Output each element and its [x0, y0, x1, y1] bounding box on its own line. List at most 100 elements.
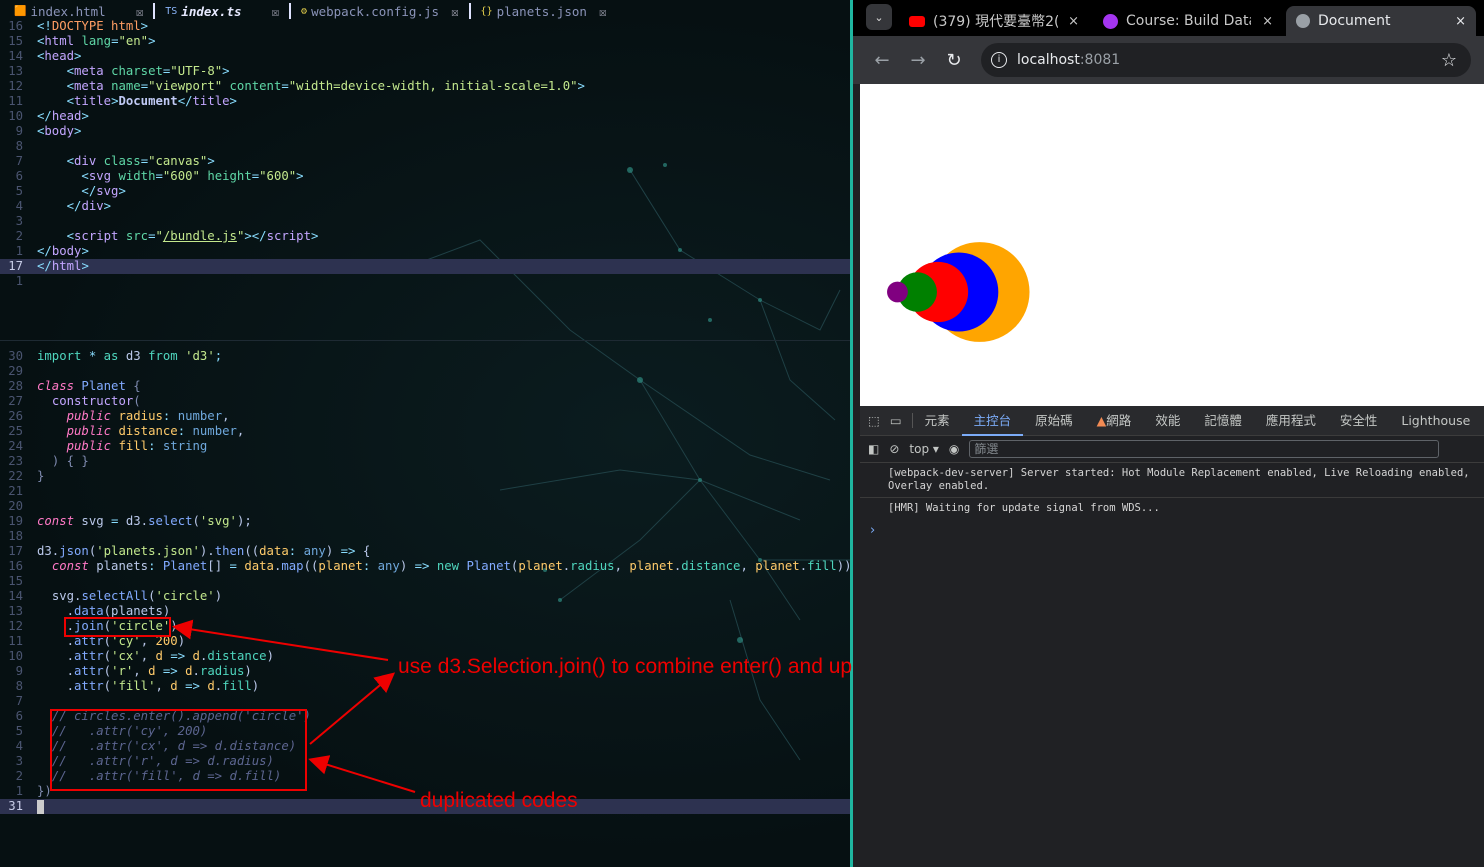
page-viewport: [860, 84, 1484, 406]
code-line[interactable]: 1: [0, 274, 851, 289]
back-arrow-icon[interactable]: ←: [864, 50, 900, 71]
code-line[interactable]: 6 <svg width="600" height="600">: [0, 169, 851, 184]
code-line[interactable]: 3: [0, 214, 851, 229]
chevron-down-icon: ⌄: [874, 10, 884, 24]
code-line[interactable]: 14 svg.selectAll('circle'): [0, 589, 851, 604]
close-icon[interactable]: ☒: [451, 4, 459, 19]
device-toolbar-icon[interactable]: ▭: [886, 413, 913, 428]
devtools-tab[interactable]: 原始碼: [1023, 406, 1085, 436]
code-token: width: [118, 169, 156, 183]
close-icon[interactable]: ☒: [272, 4, 280, 19]
close-icon[interactable]: ☒: [599, 4, 607, 19]
code-line[interactable]: 5 </svg>: [0, 184, 851, 199]
editor-tab-index-ts[interactable]: TS index.ts ☒: [159, 4, 285, 19]
code-line[interactable]: 10 </head>: [0, 109, 851, 124]
code-line[interactable]: 17 </html>: [0, 259, 851, 274]
code-line[interactable]: 15: [0, 574, 851, 589]
inspect-element-icon[interactable]: ⬚: [860, 413, 886, 428]
code-token: ": [155, 229, 163, 243]
line-number: 9: [15, 124, 23, 138]
code-line[interactable]: 23 ) { }: [0, 454, 851, 469]
browser-tab-youtube[interactable]: (379) 現代要臺幣2( ×: [899, 6, 1089, 36]
address-bar[interactable]: i localhost:8081 ☆: [981, 43, 1471, 77]
code-token: "UTF-8": [170, 64, 223, 78]
sidebar-toggle-icon[interactable]: ◧: [868, 442, 879, 456]
code-line[interactable]: 8: [0, 139, 851, 154]
forward-arrow-icon[interactable]: →: [900, 50, 936, 71]
code-line[interactable]: 2 <script src="/bundle.js"></script>: [0, 229, 851, 244]
devtools-tab[interactable]: 元素: [913, 406, 962, 436]
code-line[interactable]: 8 .attr('fill', d => d.fill): [0, 679, 851, 694]
code-line[interactable]: 28 class Planet {: [0, 379, 851, 394]
code-line[interactable]: 15 <html lang="en">: [0, 34, 851, 49]
editor-tab-planets-json[interactable]: {} planets.json ☒: [475, 4, 613, 19]
code-line[interactable]: 21: [0, 484, 851, 499]
code-line[interactable]: 17 d3.json('planets.json').then((data: an…: [0, 544, 851, 559]
code-line[interactable]: 22}: [0, 469, 851, 484]
code-token: any: [303, 544, 326, 558]
code-line[interactable]: 27 constructor(: [0, 394, 851, 409]
code-line[interactable]: 13 <meta charset="UTF-8">: [0, 64, 851, 79]
code-line[interactable]: 16 const planets: Planet[] = data.map((p…: [0, 559, 851, 574]
code-line[interactable]: 18: [0, 529, 851, 544]
pane-divider[interactable]: [0, 340, 851, 341]
code-token: ): [244, 664, 252, 678]
devtools-tab[interactable]: ▲網路: [1085, 406, 1144, 436]
code-line[interactable]: 7: [0, 694, 851, 709]
close-tab-icon[interactable]: ×: [1455, 14, 1466, 29]
code-token: :: [162, 409, 178, 423]
code-line[interactable]: 12 <meta name="viewport" content="width=…: [0, 79, 851, 94]
code-line[interactable]: 19 const svg = d3.select('svg');: [0, 514, 851, 529]
code-line[interactable]: 20: [0, 499, 851, 514]
code-line[interactable]: 7 <div class="canvas">: [0, 154, 851, 169]
close-icon[interactable]: ☒: [136, 4, 144, 19]
tab-search-button[interactable]: ⌄: [866, 4, 892, 30]
clear-console-icon[interactable]: ⊘: [889, 442, 899, 456]
code-token: </: [37, 259, 52, 273]
line-number: 10: [8, 109, 23, 123]
close-tab-icon[interactable]: ×: [1262, 14, 1273, 29]
code-token: Planet: [466, 559, 511, 573]
code-token: title: [192, 94, 230, 108]
reload-icon[interactable]: ↻: [936, 50, 972, 71]
devtools-tab[interactable]: 記憶體: [1192, 406, 1254, 436]
code-token: svg.: [51, 589, 82, 603]
console-prompt[interactable]: ›: [860, 523, 1484, 538]
browser-tab-document[interactable]: Document ×: [1286, 6, 1476, 36]
code-token: d: [192, 649, 200, 663]
site-info-icon[interactable]: i: [991, 52, 1007, 68]
live-expression-eye-icon[interactable]: ◉: [949, 442, 959, 456]
devtools-tab[interactable]: Lighthouse: [1389, 406, 1482, 436]
console-filter-input[interactable]: 篩選: [969, 440, 1440, 458]
editor-tab-index-html[interactable]: 🟧 index.html ☒: [8, 4, 149, 19]
devtools-tab[interactable]: 安全性: [1328, 406, 1390, 436]
code-token: =>: [162, 664, 186, 678]
code-line[interactable]: 1 </body>: [0, 244, 851, 259]
code-line[interactable]: 26 public radius: number,: [0, 409, 851, 424]
code-token: </: [66, 199, 82, 213]
bookmark-star-icon[interactable]: ☆: [1441, 50, 1457, 71]
close-tab-icon[interactable]: ×: [1068, 14, 1079, 29]
code-token: ,: [155, 679, 171, 693]
editor-tab-webpack-config-js[interactable]: ⚙ webpack.config.js ☒: [295, 4, 465, 19]
code-line[interactable]: 30 import * as d3 from 'd3';: [0, 349, 851, 364]
context-selector[interactable]: top ▾: [909, 442, 939, 456]
devtools-tab[interactable]: 應用程式: [1254, 406, 1328, 436]
code-line[interactable]: 24 public fill: string: [0, 439, 851, 454]
code-line[interactable]: 16 <!DOCTYPE html>: [0, 19, 851, 34]
code-token: ((: [303, 559, 319, 573]
code-line[interactable]: 25 public distance: number,: [0, 424, 851, 439]
code-line[interactable]: 29: [0, 364, 851, 379]
devtools-tab[interactable]: 效能: [1143, 406, 1192, 436]
code-line[interactable]: 9 <body>: [0, 124, 851, 139]
devtools-tab-label: 記憶體: [1204, 412, 1242, 428]
code-token: <: [66, 64, 75, 78]
devtools-tab[interactable]: 主控台: [961, 406, 1024, 436]
code-line[interactable]: 14 <head>: [0, 49, 851, 64]
browser-tab-course[interactable]: Course: Build Data ×: [1093, 6, 1283, 36]
code-line[interactable]: 4 </div>: [0, 199, 851, 214]
code-line[interactable]: 11 <title>Document</title>: [0, 94, 851, 109]
